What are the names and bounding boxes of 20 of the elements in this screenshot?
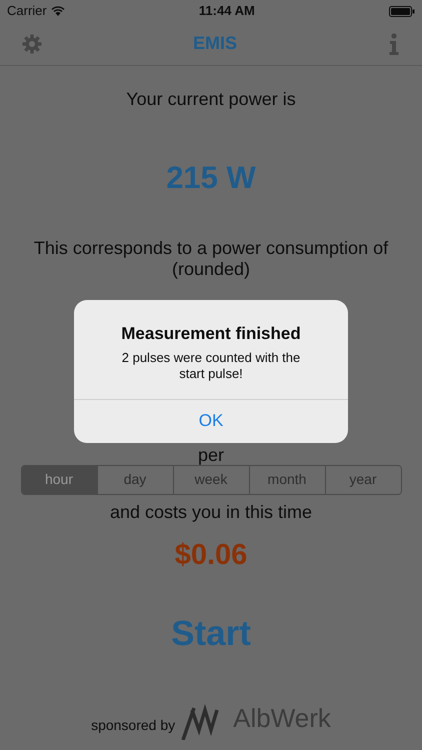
- start-button[interactable]: Start: [171, 608, 251, 660]
- carrier-label: Carrier: [7, 2, 47, 20]
- info-icon[interactable]: [388, 32, 400, 54]
- cost-value: $0.06: [174, 538, 248, 572]
- consumption-label: This corresponds to a power consumption of (rounded): [32, 238, 390, 280]
- clock-time: 11:44 AM: [198, 2, 255, 20]
- settings-icon[interactable]: [22, 34, 42, 54]
- ok-button[interactable]: OK: [74, 398, 348, 442]
- per-label: per: [198, 444, 224, 464]
- period-segment[interactable]: hour: [22, 466, 96, 494]
- cost-label: and costs you in this time: [110, 500, 312, 524]
- period-segment[interactable]: year: [324, 466, 400, 494]
- wifi-icon: [50, 6, 65, 16]
- app-title: EMIS: [192, 32, 237, 55]
- alert-title: Measurement finished: [121, 323, 301, 345]
- alert-message: 2 pulses were counted with the start pulse!: [120, 350, 302, 382]
- battery-icon: [389, 6, 415, 16]
- power-value: 215 W: [166, 159, 256, 197]
- sponsor-label: sponsored by: [91, 716, 176, 735]
- power-label: Your current power is: [126, 88, 296, 111]
